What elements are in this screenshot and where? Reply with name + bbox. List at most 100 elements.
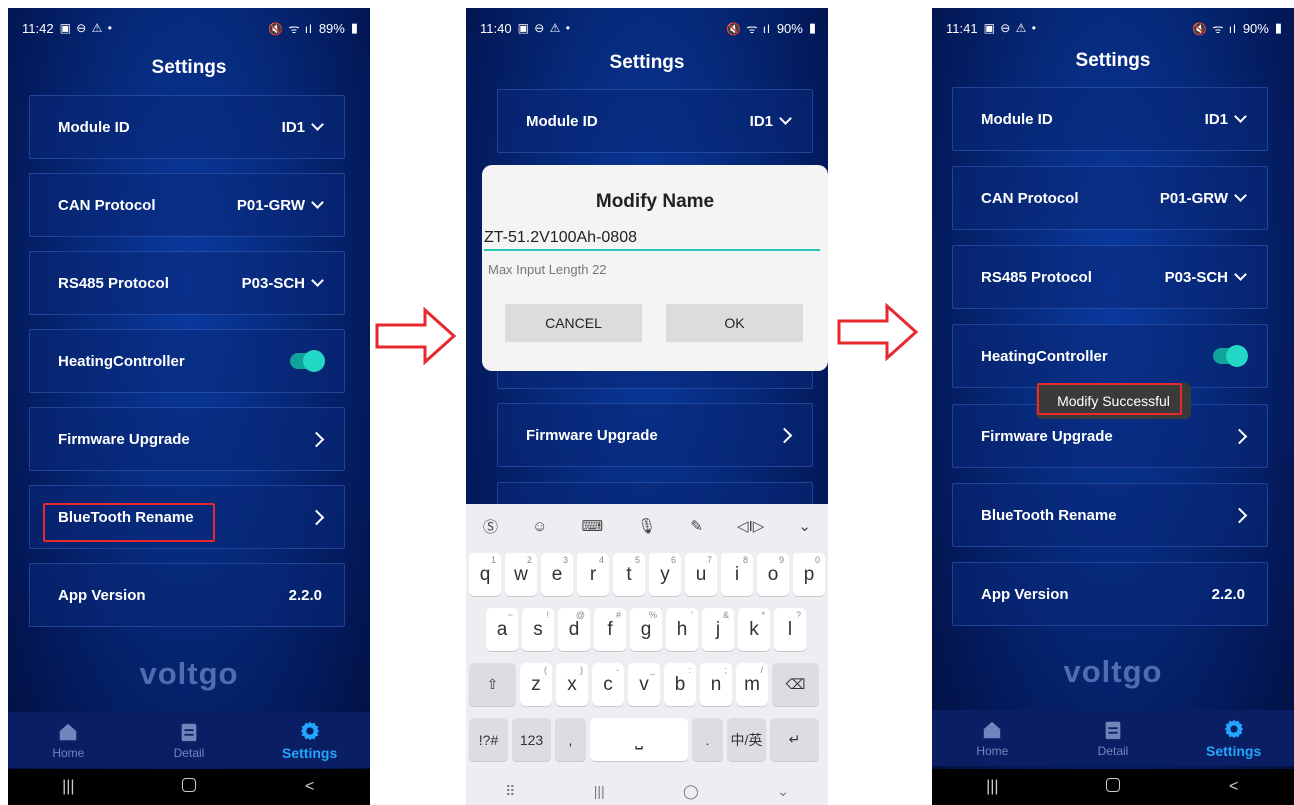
tab-home[interactable]: Home <box>23 721 113 760</box>
key-u[interactable]: 7u <box>685 553 717 596</box>
notification-icons: ▣ ⊖ ⚠ • <box>517 21 571 35</box>
collapse-icon[interactable]: ⌄ <box>798 517 811 535</box>
recents-button[interactable]: ||| <box>962 778 1022 796</box>
highlight-box <box>1037 383 1182 415</box>
tab-settings[interactable]: Settings <box>265 720 355 761</box>
key-v[interactable]: _ v <box>628 663 660 706</box>
home-button[interactable] <box>1083 777 1143 797</box>
module-id-row[interactable]: Module ID ID1 <box>497 89 813 153</box>
can-protocol-row[interactable]: CAN Protocol P01-GRW <box>952 166 1268 230</box>
module-id-select[interactable]: ID1 <box>750 112 792 130</box>
tab-label: Home <box>52 745 85 760</box>
rs485-protocol-select[interactable]: P03-SCH <box>1165 268 1247 286</box>
firmware-upgrade-row[interactable]: Firmware Upgrade <box>29 407 345 471</box>
row-label: Firmware Upgrade <box>981 427 1113 445</box>
rs485-protocol-row[interactable]: RS485 Protocol P03-SCH <box>29 251 345 315</box>
key-hint: _ <box>649 665 655 675</box>
key-w[interactable]: 2w <box>505 553 537 596</box>
symbols-key[interactable]: !?# <box>469 718 508 761</box>
key-hint: ( <box>544 665 547 675</box>
key-j[interactable]: & j <box>702 608 734 651</box>
key-k[interactable]: * k <box>738 608 770 651</box>
can-protocol-row[interactable]: CAN Protocol P01-GRW <box>29 173 345 237</box>
emoji-icon[interactable]: ☺ <box>532 518 547 535</box>
firmware-upgrade-row[interactable]: Firmware Upgrade <box>497 403 813 467</box>
key-s[interactable]: ! s <box>522 608 554 651</box>
key-t[interactable]: 5t <box>613 553 645 596</box>
name-input[interactable] <box>484 227 820 251</box>
swiftkey-icon[interactable]: Ⓢ <box>483 516 498 537</box>
keyboard-icon[interactable]: ⌨ <box>582 517 604 535</box>
space-key[interactable]: ⎵ <box>590 718 688 761</box>
cursor-icon[interactable]: ◁I▷ <box>737 517 764 535</box>
key-hint: 7 <box>706 555 712 565</box>
keyboard-toolbar: Ⓢ ☺ ⌨ 🎙 ✎ ◁I▷ ⌄ <box>466 504 828 548</box>
hide-keyboard-button[interactable]: ⌄ <box>777 783 789 800</box>
key-x[interactable]: ) x <box>556 663 588 706</box>
key-r[interactable]: 4r <box>577 553 609 596</box>
key-b[interactable]: :b <box>664 663 696 706</box>
back-button[interactable]: < <box>280 778 340 796</box>
home-button[interactable]: ◯ <box>683 783 699 800</box>
can-protocol-select[interactable]: P01-GRW <box>237 196 324 214</box>
key-g[interactable]: % g <box>630 608 662 651</box>
key-c[interactable]: -c <box>592 663 624 706</box>
row-label: CAN Protocol <box>981 189 1079 207</box>
key-y[interactable]: 6y <box>649 553 681 596</box>
key-o[interactable]: 9o <box>757 553 789 596</box>
heating-controller-toggle[interactable] <box>290 350 325 372</box>
back-button[interactable]: < <box>1204 778 1264 796</box>
period-key[interactable]: . <box>692 718 723 761</box>
key-m[interactable]: / m <box>736 663 768 706</box>
key-z[interactable]: (z <box>520 663 552 706</box>
dialog-title: Modify Name <box>595 191 715 212</box>
app-version-row: App Version 2.2.0 <box>952 562 1268 626</box>
tab-detail[interactable]: Detail <box>1068 719 1158 758</box>
module-id-row[interactable]: Module ID ID1 <box>952 87 1268 151</box>
key-e[interactable]: 3e <box>541 553 573 596</box>
key-h[interactable]: ' h <box>666 608 698 651</box>
recents-button[interactable]: ||| <box>38 778 98 796</box>
cancel-button[interactable]: CANCEL <box>505 304 642 342</box>
keyboard-switch-button[interactable]: ⠿ <box>505 783 515 800</box>
rs485-protocol-row[interactable]: RS485 Protocol P03-SCH <box>952 245 1268 309</box>
key-hint: % <box>648 610 657 620</box>
key-i[interactable]: 8i <box>721 553 753 596</box>
shift-key[interactable]: ⇧ <box>469 663 516 706</box>
microphone-icon[interactable]: 🎙 <box>637 517 656 535</box>
enter-key[interactable]: ↵ <box>770 718 819 761</box>
home-button[interactable] <box>159 777 219 797</box>
key-l[interactable]: ? l <box>774 608 806 651</box>
module-id-select[interactable]: ID1 <box>1205 110 1247 128</box>
module-id-row[interactable]: Module ID ID1 <box>29 95 345 159</box>
ok-button[interactable]: OK <box>666 304 803 342</box>
recents-button[interactable]: ||| <box>594 783 605 799</box>
chevron-down-icon <box>311 118 324 131</box>
bluetooth-rename-row[interactable]: BlueTooth Rename <box>952 483 1268 547</box>
row-value: P01-GRW <box>1159 189 1228 207</box>
row-label: Firmware Upgrade <box>58 430 190 448</box>
key-f[interactable]: # f <box>594 608 626 651</box>
key-label: b <box>674 673 686 695</box>
tab-settings[interactable]: Settings <box>1189 718 1279 759</box>
key-hint: 1 <box>490 555 496 565</box>
comma-key[interactable]: , <box>555 718 586 761</box>
numbers-key[interactable]: 123 <box>512 718 551 761</box>
key-hint: 5 <box>634 555 640 565</box>
handwriting-icon[interactable]: ✎ <box>690 517 703 535</box>
key-n[interactable]: ; n <box>700 663 732 706</box>
row-value: 2.2.0 <box>1211 585 1245 603</box>
keyboard-row: 1q2w3e4r5t6y7u8i9o0p <box>467 553 827 596</box>
can-protocol-select[interactable]: P01-GRW <box>1159 189 1247 207</box>
module-id-select[interactable]: ID1 <box>282 118 324 136</box>
key-q[interactable]: 1q <box>469 553 501 596</box>
language-key[interactable]: 中/英 <box>727 718 766 761</box>
key-d[interactable]: @ d <box>558 608 590 651</box>
backspace-key[interactable]: ⌫ <box>772 663 819 706</box>
tab-home[interactable]: Home <box>947 719 1037 758</box>
tab-detail[interactable]: Detail <box>144 721 234 760</box>
heating-controller-toggle[interactable] <box>1213 345 1248 367</box>
key-p[interactable]: 0p <box>793 553 825 596</box>
rs485-protocol-select[interactable]: P03-SCH <box>242 274 324 292</box>
key-a[interactable]: ~ a <box>486 608 518 651</box>
